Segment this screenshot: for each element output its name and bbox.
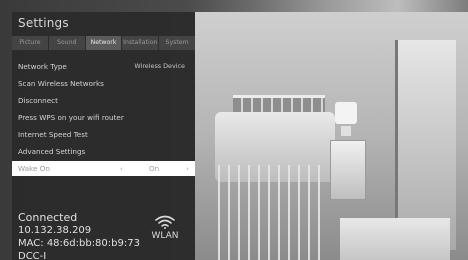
menu-item-wake-on[interactable]: Wake On ‹ On › (12, 161, 195, 176)
tab-network[interactable]: Network (85, 36, 122, 50)
wifi-icon (145, 215, 185, 229)
tab-sound[interactable]: Sound (48, 36, 85, 50)
bedside-lamp (335, 102, 357, 124)
menu-item-label: Advanced Settings (18, 147, 86, 156)
tab-system[interactable]: System (159, 36, 195, 50)
network-type-value: Wireless Device (134, 62, 185, 70)
menu-item-label: Wake On (18, 164, 50, 173)
tab-picture[interactable]: Picture (12, 36, 48, 50)
floor-frame (340, 218, 450, 260)
chevron-right-icon[interactable]: › (186, 161, 189, 176)
menu-item-label: Network Type (18, 62, 67, 71)
wlan-label: WLAN (151, 231, 179, 241)
menu-item-label: Press WPS on your wifi router (18, 113, 124, 122)
tab-installation[interactable]: Installation (122, 36, 159, 50)
menu-item-advanced-settings[interactable]: Advanced Settings (12, 144, 195, 159)
menu-item-label: Scan Wireless Networks (18, 79, 104, 88)
menu-item-network-type[interactable]: Network Type Wireless Device (12, 59, 195, 74)
menu-item-internet-speed-test[interactable]: Internet Speed Test (12, 127, 195, 142)
menu-item-scan-wireless-networks[interactable]: Scan Wireless Networks (12, 76, 195, 91)
network-menu: Network Type Wireless Device Scan Wirele… (12, 59, 195, 176)
settings-title: Settings (18, 16, 69, 30)
menu-item-label: Internet Speed Test (18, 130, 88, 139)
partial-status-line: DCC-I (18, 251, 47, 259)
nightstand (330, 140, 366, 200)
menu-item-label: Disconnect (18, 96, 58, 105)
wlan-indicator: WLAN (145, 215, 185, 241)
settings-panel: Settings Picture Sound Network Installat… (12, 12, 195, 260)
menu-item-press-wps[interactable]: Press WPS on your wifi router (12, 110, 195, 125)
chevron-left-icon[interactable]: ‹ (120, 161, 123, 176)
settings-tabs: Picture Sound Network Installation Syste… (12, 36, 195, 50)
bed-footboard (210, 165, 320, 260)
menu-item-disconnect[interactable]: Disconnect (12, 93, 195, 108)
wake-on-value: On (149, 164, 160, 173)
